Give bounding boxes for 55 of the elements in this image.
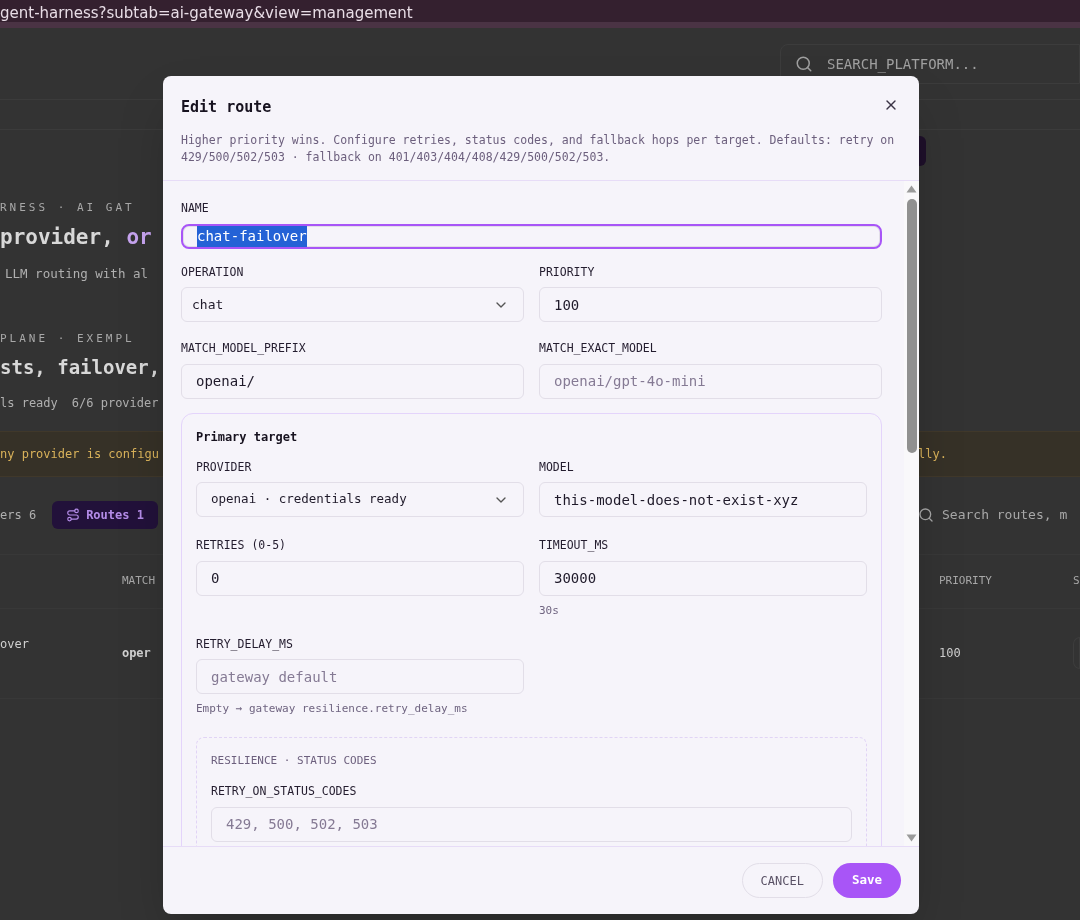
save-button[interactable]: Save: [832, 863, 901, 898]
input-field[interactable]: openai/: [181, 363, 524, 399]
page-subtitle: LLM routing with al: [5, 268, 148, 281]
select-field[interactable]: chat: [181, 287, 524, 322]
field-label: MODEL: [539, 461, 575, 473]
input-field[interactable]: this-model-does-not-exist-xyz: [539, 482, 867, 517]
select-field[interactable]: openai · credentials ready: [196, 482, 524, 517]
section-title: RESILIENCE · STATUS CODES: [211, 755, 378, 766]
search-icon: [795, 55, 813, 73]
tab[interactable]: Routes 1: [52, 501, 158, 529]
input-field[interactable]: 0: [196, 560, 524, 596]
scroll-down-icon[interactable]: [906, 834, 917, 842]
field-label: RETRY_ON_STATUS_CODES: [211, 786, 358, 798]
page-heading: provider, or: [0, 227, 152, 248]
field-label: MATCH_EXACT_MODEL: [539, 343, 658, 355]
field-label: MATCH_MODEL_PREFIX: [181, 343, 307, 355]
eyebrow-text: RNESS · AI GAT: [0, 202, 135, 213]
field-hint: Empty → gateway resilience.retry_delay_ms: [196, 703, 469, 714]
column-header: S: [1073, 572, 1080, 589]
route-icon: [66, 508, 81, 522]
input-field[interactable]: 429, 500, 502, 503: [211, 806, 852, 842]
field-label: PROVIDER: [196, 461, 253, 473]
status-text: 6/6 provider: [71, 396, 159, 409]
scroll-up-icon[interactable]: [906, 185, 917, 193]
field-hint: 30s: [539, 604, 560, 616]
tab[interactable]: ers 6: [0, 501, 37, 529]
field-label: RETRIES (0-5): [196, 540, 287, 552]
eyebrow-text: PLANE · EXEMPL: [0, 332, 135, 344]
scrollbar[interactable]: [904, 181, 919, 846]
section-heading: sts, failover,: [0, 357, 161, 377]
warning-text: lly.: [918, 445, 948, 463]
input-field[interactable]: 100: [539, 287, 882, 322]
search-icon: [918, 507, 934, 523]
column-header: PRIORITY: [939, 572, 993, 589]
card-title: Primary target: [196, 430, 299, 443]
input-field[interactable]: 30000: [539, 560, 867, 596]
field-label: RETRY_DELAY_MS: [196, 638, 294, 650]
field-label: NAME: [181, 203, 210, 215]
url-text[interactable]: gent-harness?subtab=ai-gateway&view=management: [0, 4, 413, 22]
column-header: MATCH: [122, 572, 156, 589]
table-search-field[interactable]: Search routes, m: [918, 505, 1080, 525]
name-input-field[interactable]: chat-failover: [181, 223, 882, 249]
field-label: TIMEOUT_MS: [539, 540, 610, 552]
field-label: OPERATION: [181, 266, 245, 278]
scrollbar-thumb[interactable]: [906, 199, 917, 453]
dialog-description: Higher priority wins. Configure retries, status codes, and fallback hops per target. Defaults: retry on 429/500/502/503 · fallback on 401/403/404/408/429/500/502/503.: [181, 132, 896, 166]
table-cell-text: over: [0, 636, 29, 653]
status-text: ls ready: [0, 396, 58, 409]
table-cell-text: 100: [939, 645, 962, 662]
dialog-title: Edit route: [181, 100, 272, 115]
input-field[interactable]: openai/gpt-4o-mini: [539, 363, 882, 399]
match-text: oper: [121, 645, 151, 662]
field-label: PRIORITY: [539, 266, 596, 278]
warning-text: ny provider is configu: [0, 445, 159, 463]
input-field[interactable]: gateway default: [196, 659, 524, 694]
